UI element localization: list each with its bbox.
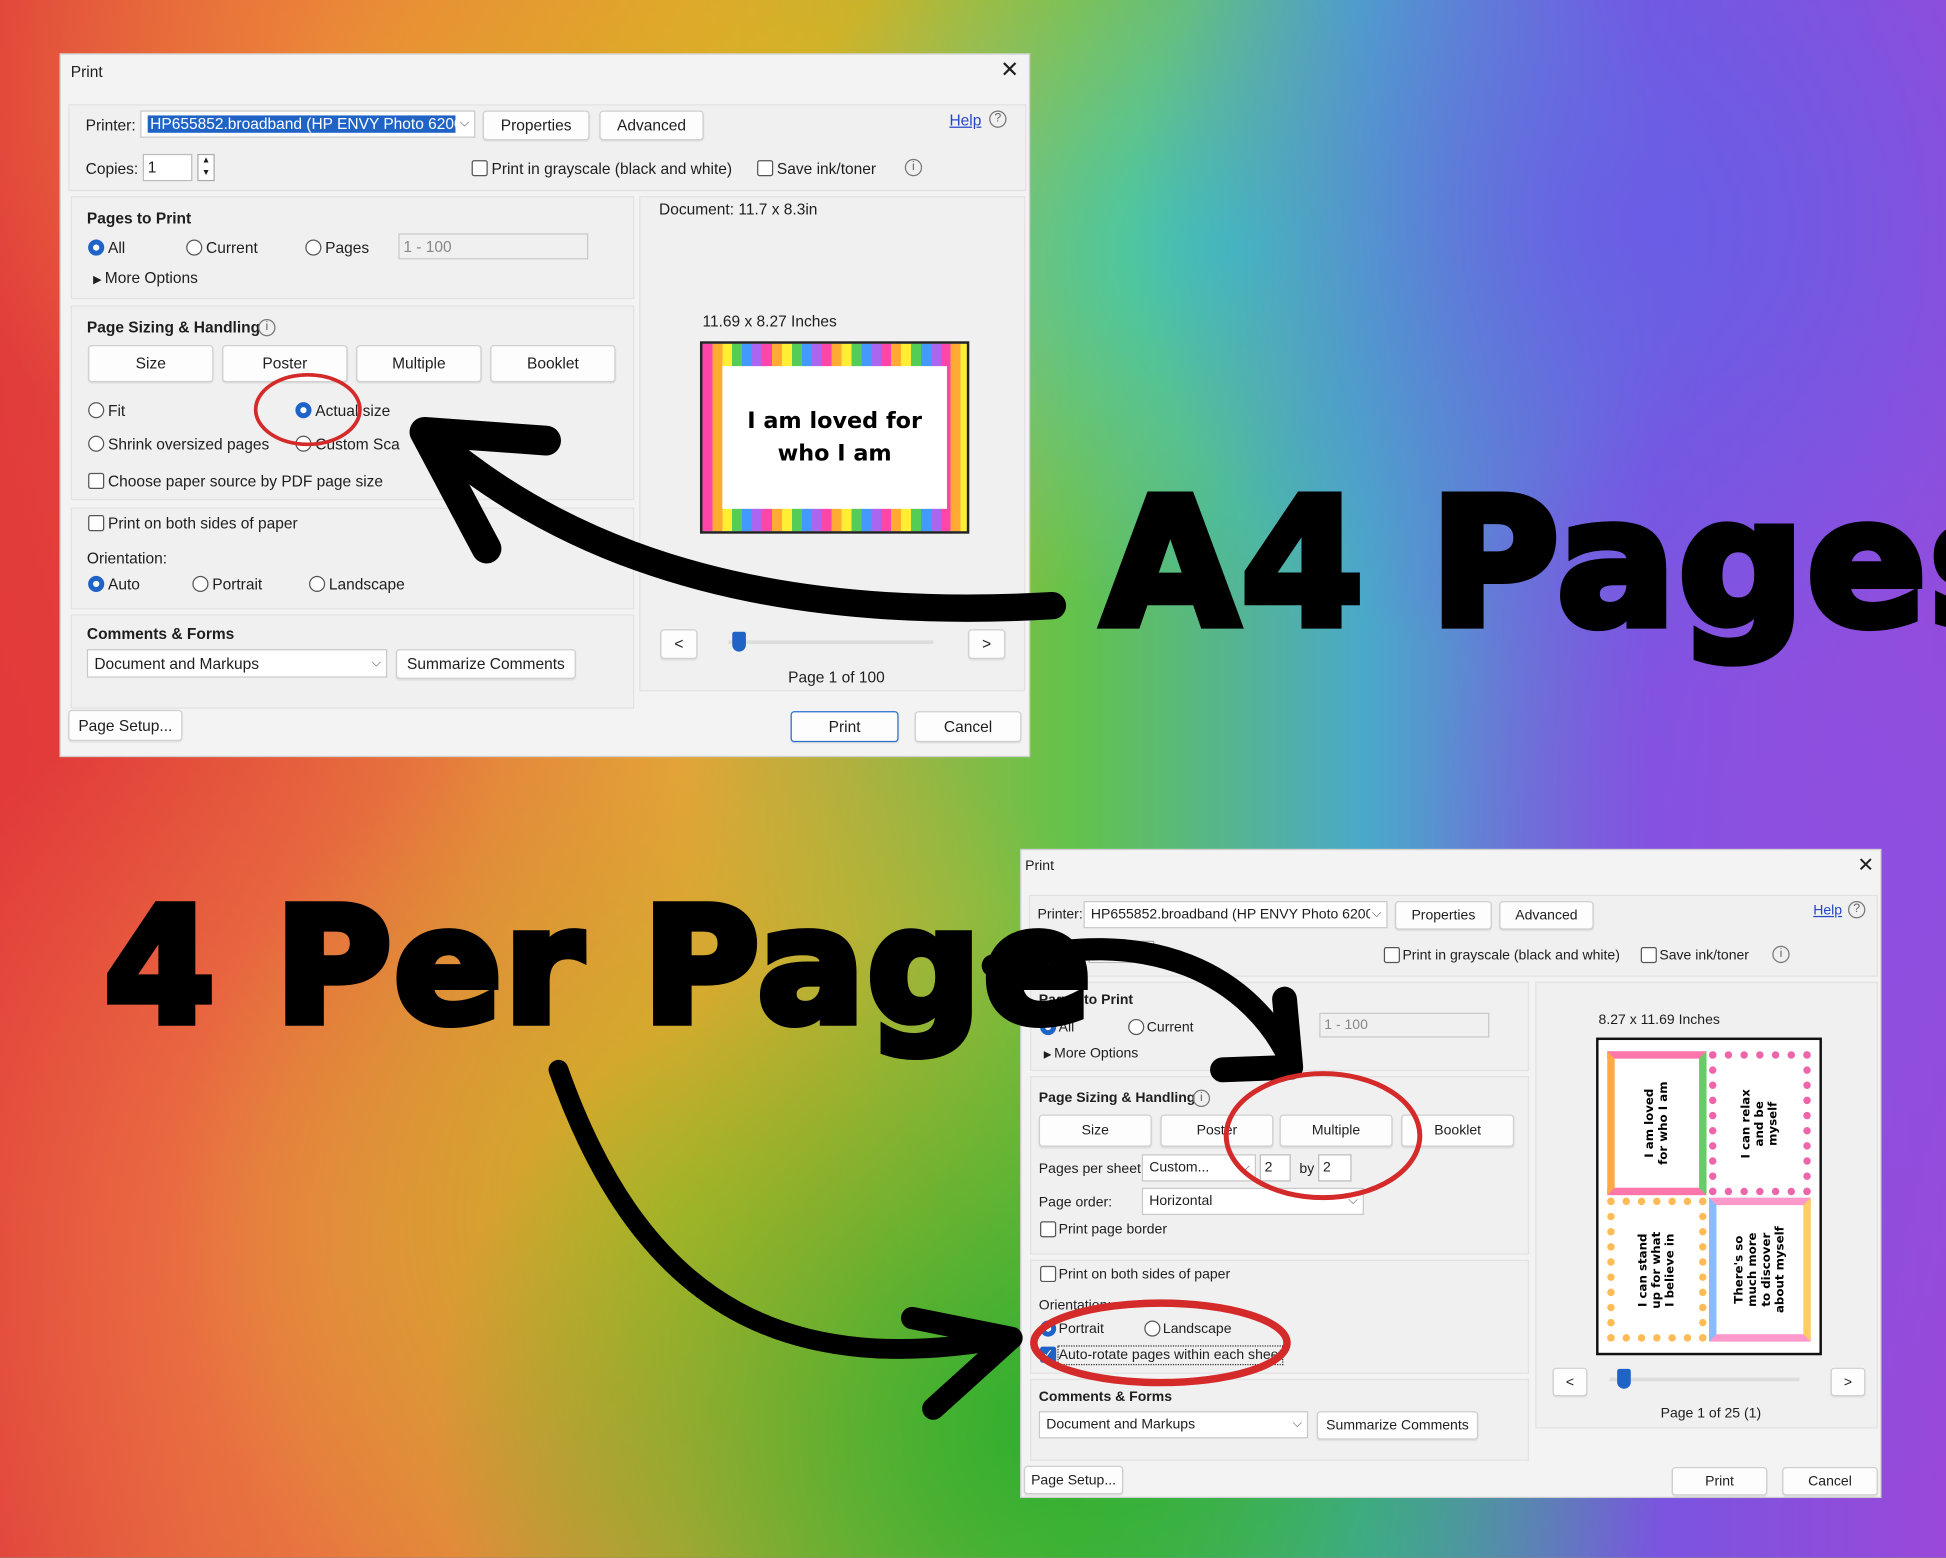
arrow-to-multiple (981, 938, 1302, 1073)
arrow-head (901, 1306, 1023, 1420)
red-circle-actual-size (253, 372, 362, 447)
annotation-layer (253, 372, 1423, 1420)
red-circle-multiple (1223, 1071, 1423, 1201)
rainbow-background: Print ✕ Printer: HP655852.broadband (HP … (0, 0, 1946, 1558)
arrow-to-orientation (548, 1059, 1022, 1359)
red-circle-orientation (1030, 1299, 1291, 1387)
arrow-to-actual-size (414, 420, 1067, 622)
